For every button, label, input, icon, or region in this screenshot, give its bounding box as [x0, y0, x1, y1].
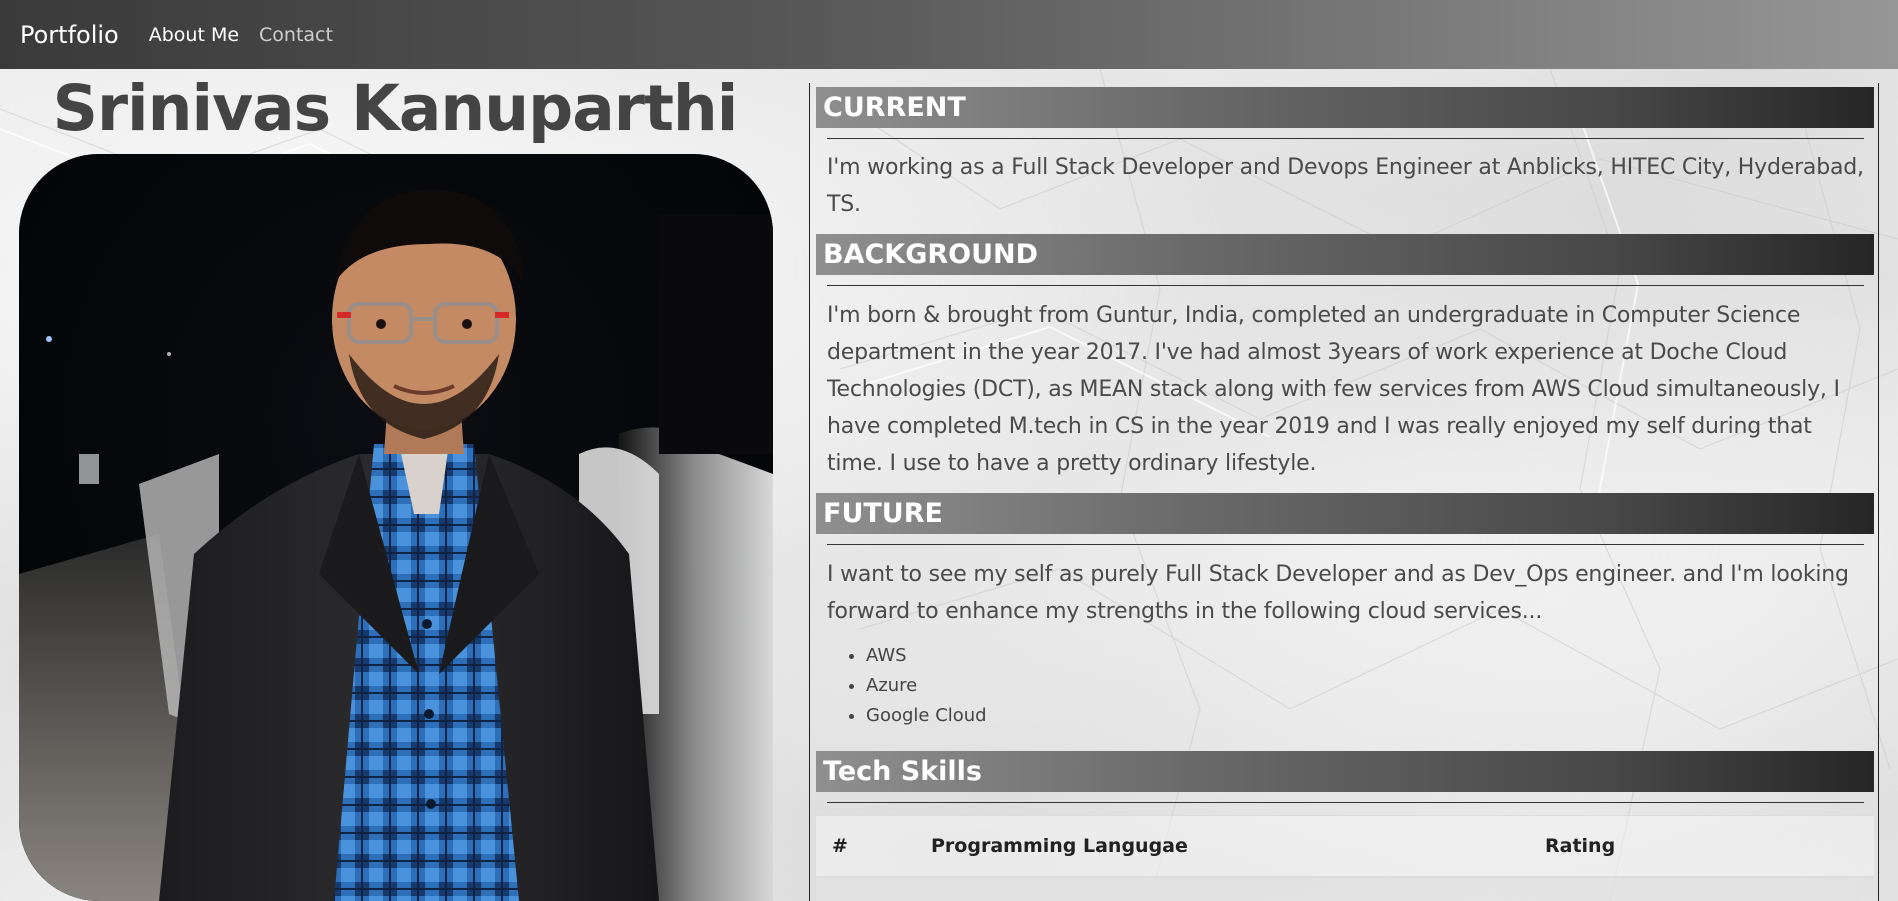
cloud-services-list: AWS Azure Google Cloud [827, 641, 987, 731]
section-heading-tech-skills: Tech Skills [816, 751, 1874, 792]
tech-skills-table: # Programming Langugae Rating [816, 815, 1874, 901]
column-header-language: Programming Langugae [931, 816, 1545, 878]
list-item-azure: Azure [866, 671, 987, 701]
profile-name: Srinivas Kanuparthi [52, 72, 739, 145]
section-divider [827, 544, 1864, 545]
section-heading-future: FUTURE [816, 493, 1874, 534]
section-divider [827, 802, 1864, 803]
section-divider [827, 285, 1864, 286]
top-navbar: Portfolio About Me Contact [0, 0, 1898, 69]
column-header-index: # [816, 816, 931, 878]
profile-photo [19, 154, 773, 901]
section-divider [827, 138, 1864, 139]
section-heading-background: BACKGROUND [816, 234, 1874, 275]
nav-link-contact[interactable]: Contact [259, 24, 333, 46]
list-item-aws: AWS [866, 641, 987, 671]
section-heading-current: CURRENT [816, 87, 1874, 128]
column-header-rating: Rating [1545, 816, 1874, 878]
list-item-google-cloud: Google Cloud [866, 701, 987, 731]
background-text: I'm born & brought from Guntur, India, c… [827, 303, 1840, 476]
current-text: I'm working as a Full Stack Developer an… [827, 155, 1864, 217]
brand-link[interactable]: Portfolio [20, 21, 119, 49]
table-row [816, 877, 1874, 901]
future-text: I want to see my self as purely Full Sta… [827, 562, 1849, 624]
nav-link-about-me[interactable]: About Me [149, 24, 239, 46]
about-content: CURRENT I'm working as a Full Stack Deve… [809, 83, 1879, 901]
table-header-row: # Programming Langugae Rating [816, 816, 1874, 878]
